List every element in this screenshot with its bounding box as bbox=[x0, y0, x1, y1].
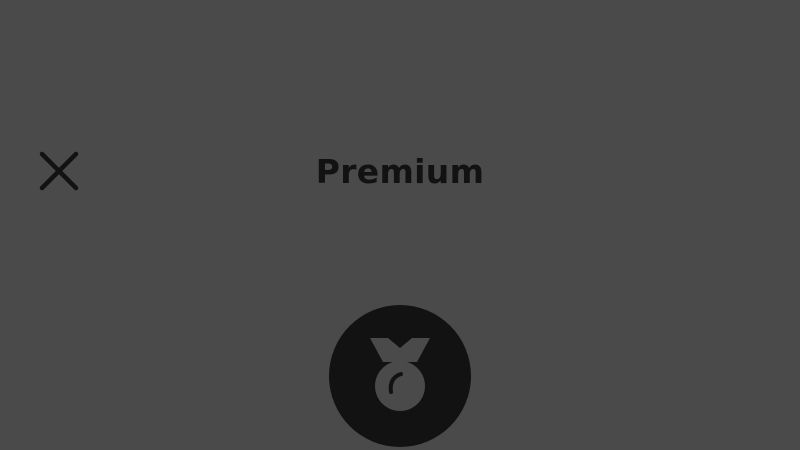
page-title: Premium bbox=[315, 152, 485, 191]
premium-badge bbox=[329, 305, 471, 447]
medal-icon bbox=[365, 338, 435, 414]
